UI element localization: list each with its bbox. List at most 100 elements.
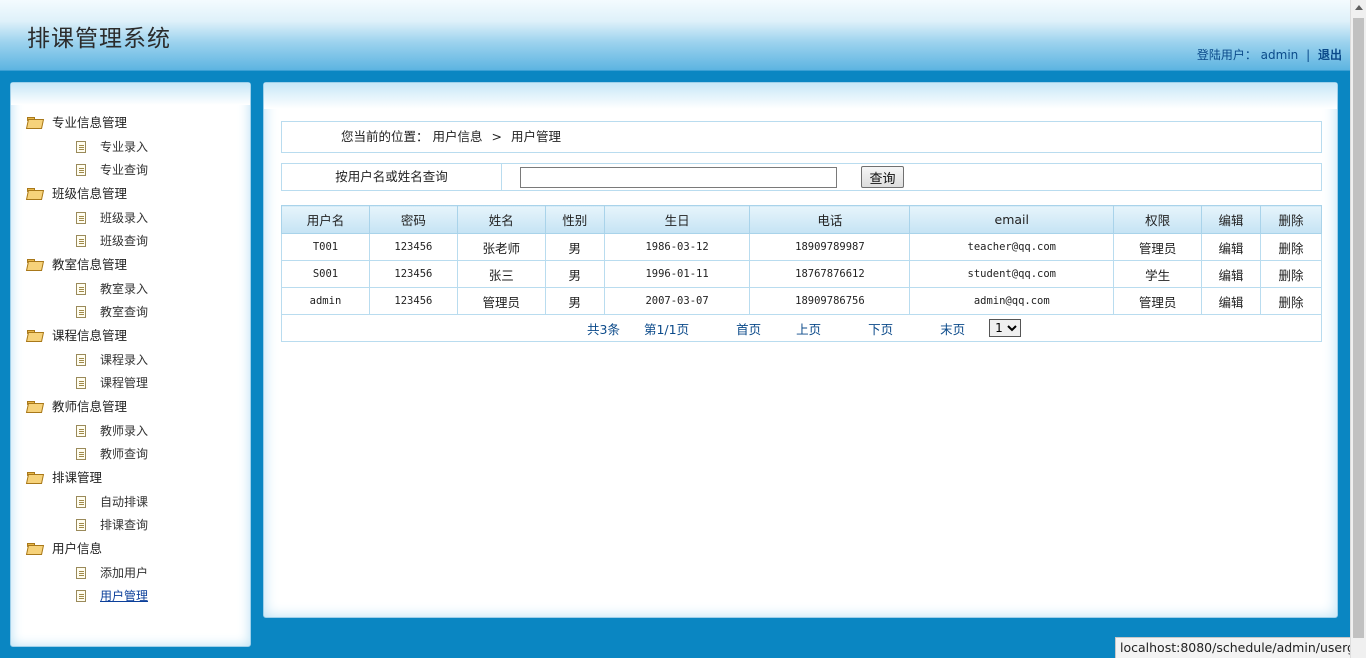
pager-page-info: 第1/1页 <box>643 321 690 337</box>
edit-link[interactable]: 编辑 <box>1201 260 1261 288</box>
sidebar-group-title[interactable]: 教室信息管理 <box>27 255 148 280</box>
sidebar-group-title[interactable]: 专业信息管理 <box>27 113 148 138</box>
sidebar-item-label[interactable]: 教室查询 <box>100 303 148 321</box>
page-select[interactable]: 1 <box>989 319 1022 337</box>
scroll-thumb[interactable] <box>1353 18 1364 638</box>
sidebar-item[interactable]: 课程管理 <box>27 374 148 397</box>
delete-link[interactable]: 删除 <box>1259 233 1323 261</box>
sidebar-item[interactable]: 教师录入 <box>27 422 148 445</box>
cell-username: S001 <box>281 260 370 288</box>
sidebar-group-label: 教室信息管理 <box>52 257 128 272</box>
sidebar-item[interactable]: 用户管理 <box>27 587 148 610</box>
pager-total: 共3条 <box>587 321 620 337</box>
sidebar-item[interactable]: 课程录入 <box>27 351 148 374</box>
breadcrumb-arrow: > <box>491 129 502 144</box>
scroll-up-icon[interactable] <box>1355 5 1363 10</box>
document-icon <box>76 212 86 224</box>
sidebar-item[interactable]: 专业查询 <box>27 161 148 184</box>
sidebar-item-label[interactable]: 课程录入 <box>100 351 148 369</box>
sidebar-item[interactable]: 班级查询 <box>27 232 148 255</box>
pager: 共3条 第1/1页 首页 上页 下页 末页 1 <box>282 319 1321 338</box>
folder-open-icon <box>27 401 42 412</box>
pager-prev-link[interactable]: 上页 <box>796 319 821 338</box>
sidebar-item[interactable]: 教室查询 <box>27 303 148 326</box>
column-header: 密码 <box>368 205 458 234</box>
sidebar-item-label[interactable]: 教师查询 <box>100 445 148 463</box>
cell-name: 管理员 <box>456 287 546 315</box>
sidebar-item[interactable]: 班级录入 <box>27 209 148 232</box>
main-panel: 您当前的位置： 用户信息 > 用户管理 按用户名或姓名查询 查询 用户名 密码 姓名… <box>263 82 1338 618</box>
edit-link[interactable]: 编辑 <box>1201 287 1261 315</box>
sidebar-item-label[interactable]: 添加用户 <box>100 564 148 582</box>
document-icon <box>76 496 86 508</box>
document-icon <box>76 235 86 247</box>
sidebar-group: 专业信息管理专业录入专业查询 <box>27 113 148 184</box>
document-icon <box>76 164 86 176</box>
document-icon <box>76 283 86 295</box>
sidebar-group-label: 专业信息管理 <box>52 115 128 130</box>
sidebar-item-label[interactable]: 用户管理 <box>100 587 148 605</box>
logout-link[interactable]: 退出 <box>1318 48 1342 62</box>
cell-gender: 男 <box>544 233 605 261</box>
sidebar-group-label: 排课管理 <box>52 470 103 485</box>
sidebar-item-label[interactable]: 班级查询 <box>100 232 148 250</box>
pager-first-link[interactable]: 首页 <box>736 319 761 338</box>
column-header: 电话 <box>749 205 911 234</box>
cell-name: 张三 <box>456 260 546 288</box>
sidebar-item-label[interactable]: 教室录入 <box>100 280 148 298</box>
column-header: 用户名 <box>281 205 370 234</box>
sidebar-item[interactable]: 排课查询 <box>27 516 148 539</box>
document-icon <box>76 354 86 366</box>
edit-link[interactable]: 编辑 <box>1201 233 1261 261</box>
sidebar-group: 课程信息管理 课程录入课程管理 <box>27 326 148 397</box>
username-link[interactable]: admin <box>1261 48 1299 62</box>
cell-birthday: 1986-03-12 <box>603 233 751 261</box>
page-scrollbar[interactable] <box>1350 0 1366 658</box>
status-bar-url: localhost:8080/schedule/admin/usergl.jsp <box>1115 637 1366 658</box>
folder-open-icon <box>27 543 42 554</box>
pager-last-link[interactable]: 末页 <box>940 319 965 338</box>
delete-link[interactable]: 删除 <box>1259 287 1323 315</box>
sidebar-item[interactable]: 教室录入 <box>27 280 148 303</box>
sidebar-item-label[interactable]: 排课查询 <box>100 516 148 534</box>
sidebar-item-label[interactable]: 专业录入 <box>100 138 148 156</box>
login-label: 登陆用户： <box>1196 48 1257 62</box>
document-icon <box>76 567 86 579</box>
sidebar-item-label[interactable]: 专业查询 <box>100 161 148 179</box>
sidebar-group-title[interactable]: 用户信息 <box>27 539 148 564</box>
document-icon <box>76 377 86 389</box>
table-row: T001 123456 张老师男 1986-03-12 18909789987 teach… <box>281 233 1323 261</box>
folder-open-icon <box>27 188 42 199</box>
sidebar-group-title[interactable]: 班级信息管理 <box>27 184 148 209</box>
cell-phone: 18909789987 <box>749 233 911 261</box>
sidebar-item[interactable]: 教师查询 <box>27 445 148 468</box>
cell-phone: 18909786756 <box>749 287 911 315</box>
sidebar-group-label: 教师信息管理 <box>52 399 128 414</box>
sidebar-item-label[interactable]: 教师录入 <box>100 422 148 440</box>
search-button[interactable]: 查询 <box>861 166 904 188</box>
cell-role: 管理员 <box>1113 287 1203 315</box>
folder-open-icon <box>27 472 42 483</box>
column-header: 删除 <box>1259 205 1323 234</box>
sidebar-item-label[interactable]: 班级录入 <box>100 209 148 227</box>
cell-email: teacher@qq.com <box>909 233 1115 261</box>
column-header: email <box>909 205 1115 234</box>
pager-next-link[interactable]: 下页 <box>868 319 893 338</box>
sidebar-item[interactable]: 自动排课 <box>27 493 148 516</box>
sidebar-item[interactable]: 添加用户 <box>27 564 148 587</box>
pager-row: 共3条 第1/1页 首页 上页 下页 末页 1 <box>281 314 1322 342</box>
document-icon <box>76 306 86 318</box>
sidebar-item-label[interactable]: 自动排课 <box>100 493 148 511</box>
delete-link[interactable]: 删除 <box>1259 260 1323 288</box>
cell-password: 123456 <box>368 260 458 288</box>
column-header: 生日 <box>603 205 751 234</box>
document-icon <box>76 425 86 437</box>
sidebar-group-title[interactable]: 排课管理 <box>27 468 148 493</box>
sidebar-group-title[interactable]: 教师信息管理 <box>27 397 148 422</box>
sidebar-item-label[interactable]: 课程管理 <box>100 374 148 392</box>
sidebar-item[interactable]: 专业录入 <box>27 138 148 161</box>
cell-password: 123456 <box>368 233 458 261</box>
cell-username: T001 <box>281 233 370 261</box>
search-input[interactable] <box>520 167 837 188</box>
sidebar-group-title[interactable]: 课程信息管理 <box>27 326 148 351</box>
